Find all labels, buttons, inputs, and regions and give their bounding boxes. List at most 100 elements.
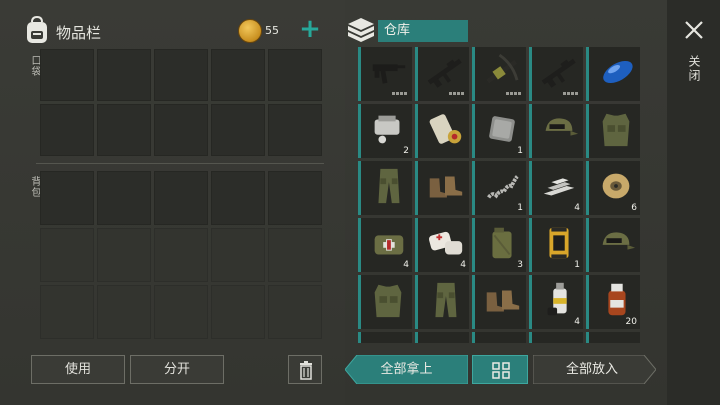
locked-backpack-slot [40, 228, 94, 282]
locked-backpack-slot [268, 285, 322, 339]
pocket-slot[interactable] [154, 104, 208, 156]
coin-icon [238, 19, 262, 43]
locked-backpack-slot [211, 228, 265, 282]
storage-item-slot[interactable] [472, 275, 526, 329]
durability-indicator [392, 92, 408, 95]
camo-pants-icon [378, 168, 400, 204]
camo-cap-icon [602, 232, 636, 250]
storage-item-slot[interactable] [472, 47, 526, 101]
locked-backpack-slot [97, 228, 151, 282]
camo-vest-icon [374, 284, 402, 318]
item-count: 1 [517, 203, 523, 213]
locked-backpack-slot [268, 228, 322, 282]
pocket-grid [40, 49, 322, 156]
locked-backpack-slot [40, 285, 94, 339]
map-scroll-icon [429, 114, 462, 144]
crossbow-icon [486, 53, 519, 84]
storage-item-slot[interactable]: 3 [472, 218, 526, 272]
boots-icon [486, 290, 520, 312]
divider [36, 163, 324, 164]
locked-backpack-slot [97, 285, 151, 339]
storage-item-slot[interactable] [586, 104, 640, 158]
storage-item-slot[interactable]: 1 [472, 161, 526, 215]
medkit-bag-icon [374, 235, 404, 255]
storage-item-slot[interactable] [358, 332, 412, 343]
item-count: 1 [517, 146, 523, 156]
split-button[interactable]: 分开 [130, 355, 224, 384]
boots-icon [429, 176, 463, 198]
storage-title: 仓库 [378, 20, 468, 42]
pocket-slot[interactable] [211, 104, 265, 156]
wire-spool-icon [602, 173, 630, 199]
storage-item-slot[interactable] [415, 47, 469, 101]
pocket-slot[interactable] [268, 49, 322, 101]
storage-item-slot[interactable] [358, 161, 412, 215]
backpack-slot[interactable] [97, 171, 151, 225]
camo-vest-icon [602, 113, 630, 147]
item-count: 4 [403, 260, 409, 270]
inventory-title: 物品栏 [56, 24, 102, 42]
storage-item-slot[interactable]: 4 [529, 161, 583, 215]
storage-item-slot[interactable] [529, 104, 583, 158]
storage-item-slot[interactable]: 4 [529, 275, 583, 329]
storage-item-slot[interactable]: 4 [358, 218, 412, 272]
storage-item-slot[interactable]: 1 [529, 218, 583, 272]
locked-backpack-slot [154, 228, 208, 282]
storage-item-slot[interactable] [586, 47, 640, 101]
locked-backpack-slot [154, 285, 208, 339]
storage-item-slot[interactable] [529, 47, 583, 101]
item-count: 4 [574, 203, 580, 213]
storage-item-slot[interactable] [415, 161, 469, 215]
pocket-slot[interactable] [40, 104, 94, 156]
storage-box-icon [348, 18, 374, 42]
engine-part-icon [374, 115, 400, 144]
pocket-slot[interactable] [97, 104, 151, 156]
pocket-slot[interactable] [154, 49, 208, 101]
storage-item-grid: 2 1 1 4 6 4 4 3 1 4 20 [358, 47, 643, 343]
sort-button[interactable] [472, 355, 528, 384]
storage-item-slot[interactable]: 6 [586, 161, 640, 215]
use-button[interactable]: 使用 [31, 355, 125, 384]
durability-indicator [506, 92, 522, 95]
storage-item-slot[interactable] [358, 275, 412, 329]
pocket-slot[interactable] [40, 49, 94, 101]
backpack-slot[interactable] [211, 171, 265, 225]
storage-item-slot[interactable] [472, 332, 526, 343]
pocket-slot[interactable] [97, 49, 151, 101]
trash-button[interactable] [288, 355, 322, 384]
pocket-slot[interactable] [268, 104, 322, 156]
storage-item-slot[interactable]: 4 [415, 218, 469, 272]
camo-pants-icon [435, 282, 457, 318]
iron-bars-icon [543, 178, 575, 196]
durability-indicator [449, 92, 465, 95]
storage-item-slot[interactable] [586, 332, 640, 343]
item-count: 4 [460, 260, 466, 270]
storage-item-slot[interactable]: 2 [358, 104, 412, 158]
backpack-slot[interactable] [40, 171, 94, 225]
close-label[interactable]: 关闭 [686, 55, 703, 83]
backpack-grid [40, 171, 322, 339]
blue-fuel-tank-icon [603, 60, 633, 84]
grid-sort-icon [492, 362, 510, 379]
add-coins-button[interactable]: + [298, 16, 322, 42]
backpack-slot[interactable] [154, 171, 208, 225]
oil-filter-icon [549, 227, 569, 259]
partial-item-icon [480, 336, 524, 343]
smg-icon [372, 64, 406, 84]
storage-item-slot[interactable] [586, 218, 640, 272]
storage-item-slot[interactable] [415, 104, 469, 158]
storage-item-slot[interactable]: 20 [586, 275, 640, 329]
item-count: 3 [517, 260, 523, 270]
assault-rifle-icon [541, 58, 576, 88]
storage-item-slot[interactable] [529, 332, 583, 343]
storage-item-slot[interactable] [415, 275, 469, 329]
storage-item-slot[interactable]: 1 [472, 104, 526, 158]
storage-item-slot[interactable] [358, 47, 412, 101]
item-count: 2 [403, 146, 409, 156]
durability-indicator [563, 92, 579, 95]
close-icon[interactable] [682, 18, 706, 42]
storage-item-slot[interactable] [415, 332, 469, 343]
backpack-slot[interactable] [268, 171, 322, 225]
locked-backpack-slot [211, 285, 265, 339]
pocket-slot[interactable] [211, 49, 265, 101]
